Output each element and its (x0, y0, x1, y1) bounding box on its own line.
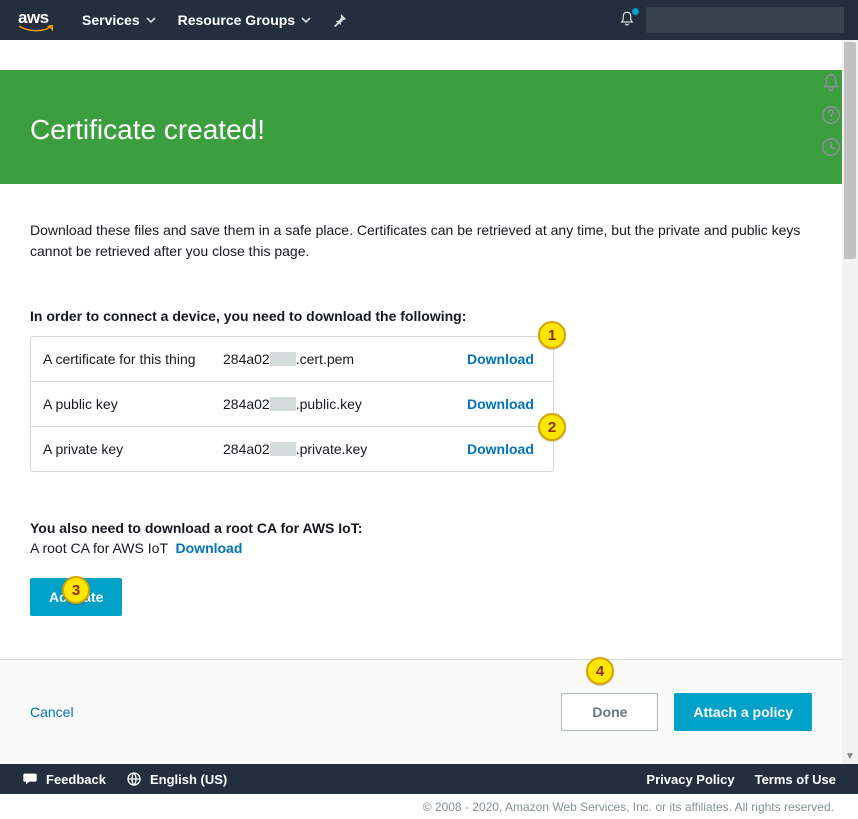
redacted (270, 397, 296, 411)
nav-services[interactable]: Services (82, 12, 156, 28)
download-link[interactable]: Download (467, 351, 534, 367)
bell-icon[interactable] (820, 72, 842, 94)
support-icon[interactable] (820, 136, 842, 158)
scroll-down-arrow[interactable]: ▼ (842, 748, 858, 764)
annotation-4: 4 (586, 657, 614, 685)
globe-icon (126, 771, 142, 787)
scrollbar[interactable]: ▲ ▼ (842, 40, 858, 764)
table-row: A certificate for this thing 284a02.cert… (31, 337, 553, 381)
redacted (270, 352, 296, 366)
feedback-label: Feedback (46, 772, 106, 787)
subhead: In order to connect a device, you need t… (30, 308, 812, 324)
nav-resource-groups[interactable]: Resource Groups (178, 12, 311, 28)
scrollbar-thumb[interactable] (844, 42, 856, 259)
redacted (270, 442, 296, 456)
file-name: 284a02.public.key (211, 381, 455, 426)
chevron-down-icon (146, 15, 156, 25)
rootca-title: You also need to download a root CA for … (30, 520, 812, 536)
download-link[interactable]: Download (467, 396, 534, 412)
side-icons (820, 72, 842, 158)
file-name: 284a02.cert.pem (211, 337, 455, 381)
root-ca-section: You also need to download a root CA for … (30, 520, 812, 556)
aws-logo[interactable]: aws (18, 9, 54, 32)
download-link[interactable]: Download (467, 441, 534, 457)
terms-link[interactable]: Terms of Use (755, 772, 836, 787)
feedback-link[interactable]: Feedback (22, 771, 106, 787)
footer: Feedback English (US) Privacy Policy Ter… (0, 764, 858, 794)
files-table: A certificate for this thing 284a02.cert… (30, 336, 554, 472)
aws-logo-text: aws (18, 9, 49, 26)
rootca-download-link[interactable]: Download (176, 540, 243, 556)
done-button[interactable]: Done (561, 693, 658, 731)
file-desc: A certificate for this thing (31, 337, 211, 381)
aws-smile-icon (18, 25, 54, 32)
nav-resource-groups-label: Resource Groups (178, 12, 295, 28)
privacy-link[interactable]: Privacy Policy (646, 772, 734, 787)
pin-icon[interactable] (333, 13, 347, 27)
table-row: A public key 284a02.public.key Download (31, 381, 553, 426)
account-menu[interactable] (646, 7, 844, 33)
annotation-1: 1 (538, 321, 566, 349)
file-name: 284a02.private.key (211, 426, 455, 471)
nav-services-label: Services (82, 12, 140, 28)
banner-title: Certificate created! (30, 114, 265, 145)
rootca-text: A root CA for AWS IoT (30, 540, 168, 556)
content: Download these files and save them in a … (0, 184, 842, 636)
file-desc: A private key (31, 426, 211, 471)
notification-dot (632, 8, 639, 15)
help-icon[interactable] (820, 104, 842, 126)
language-selector[interactable]: English (US) (126, 771, 227, 787)
notifications-bell-icon[interactable] (618, 10, 636, 31)
copyright: © 2008 - 2020, Amazon Web Services, Inc.… (0, 794, 858, 819)
speech-bubble-icon (22, 771, 38, 787)
table-row: A private key 284a02.private.key Downloa… (31, 426, 553, 471)
page: Certificate created! Download these file… (0, 40, 842, 764)
top-nav: aws Services Resource Groups (0, 0, 858, 40)
chevron-down-icon (301, 15, 311, 25)
language-label: English (US) (150, 772, 227, 787)
banner: Certificate created! (0, 70, 842, 184)
cancel-link[interactable]: Cancel (30, 704, 74, 720)
lead-text: Download these files and save them in a … (30, 220, 810, 262)
annotation-3: 3 (62, 576, 90, 604)
annotation-2: 2 (538, 413, 566, 441)
actions-bar: Cancel Done Attach a policy (0, 659, 842, 764)
file-desc: A public key (31, 381, 211, 426)
attach-policy-button[interactable]: Attach a policy (674, 693, 812, 731)
